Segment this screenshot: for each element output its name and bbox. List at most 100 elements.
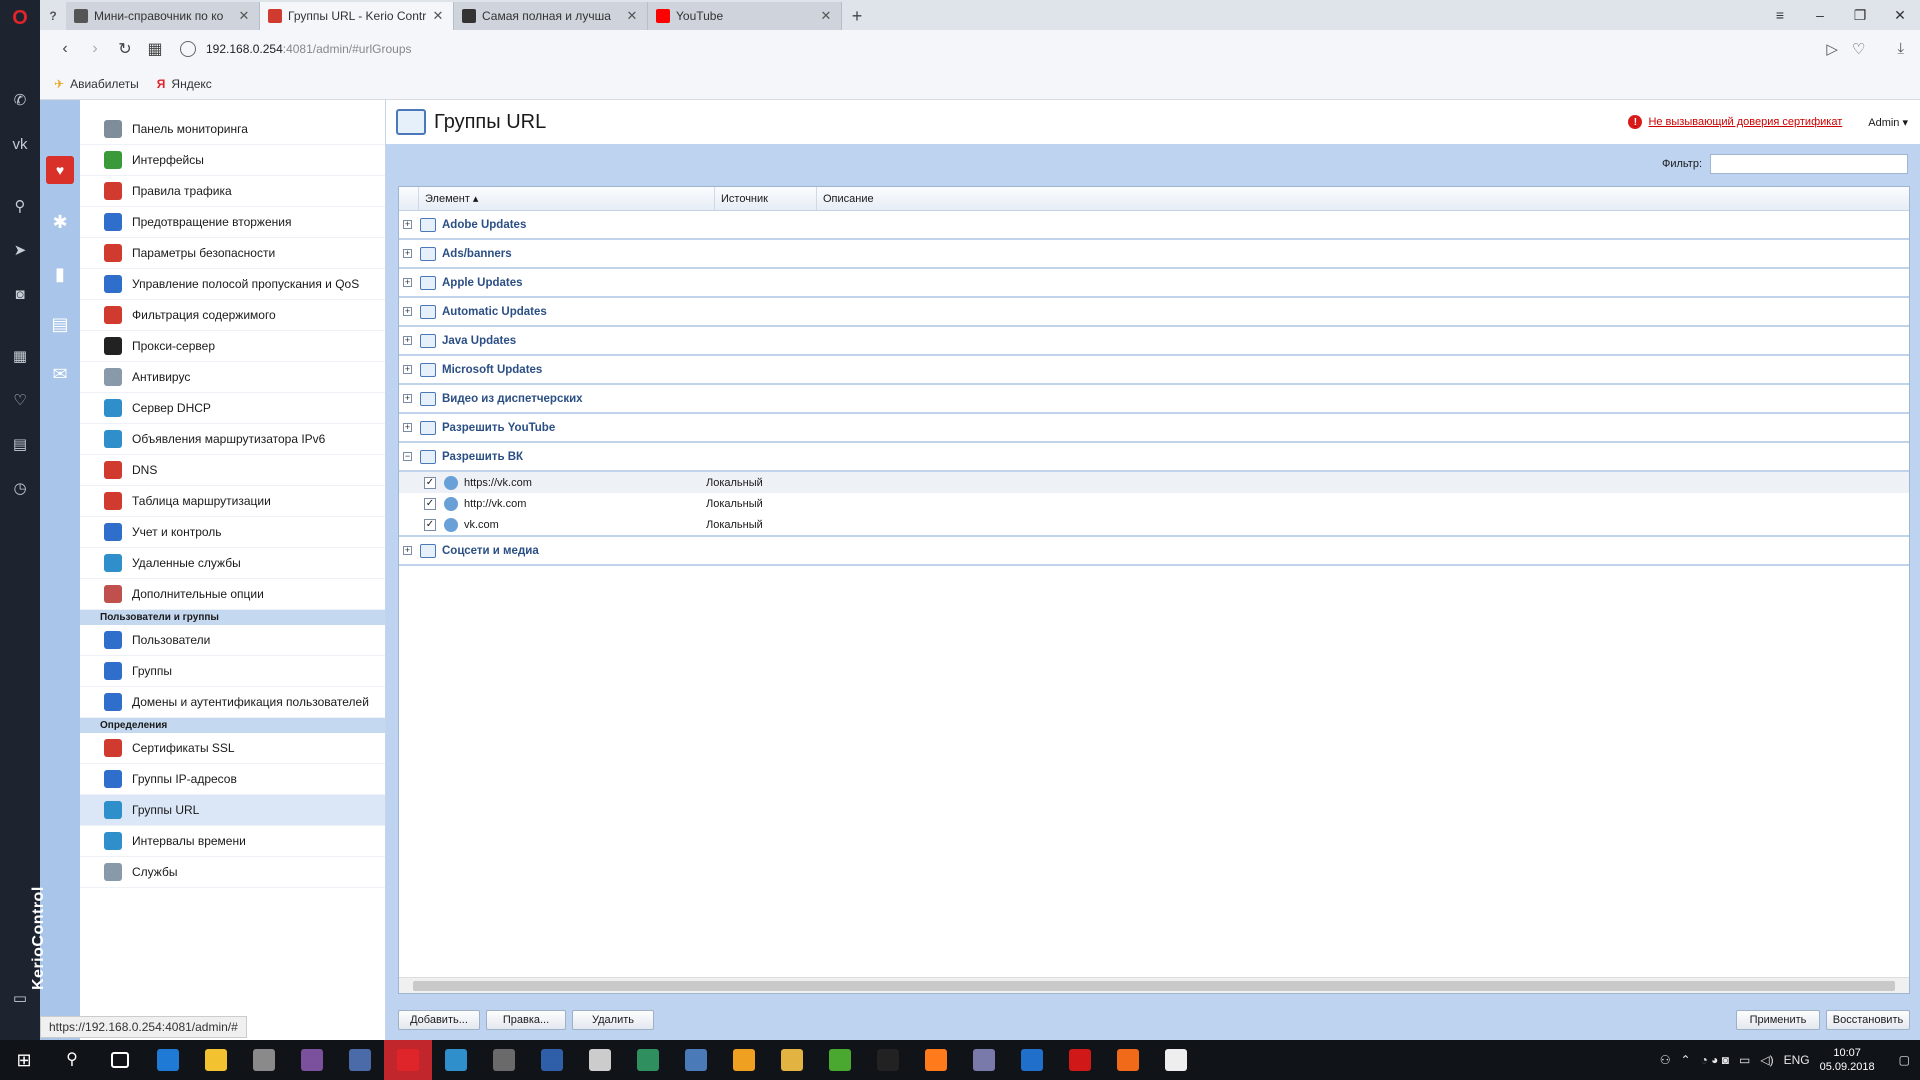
filter-input[interactable]	[1710, 154, 1908, 174]
url-group-row[interactable]: + Apple Updates	[399, 269, 1909, 298]
close-icon[interactable]: ✕	[431, 8, 445, 24]
url-group-row[interactable]: + Microsoft Updates	[399, 356, 1909, 385]
checkbox-column-header[interactable]	[399, 187, 419, 210]
nav-item[interactable]: Объявления маршрутизатора IPv6	[80, 424, 385, 455]
nav-item[interactable]: Группы	[80, 656, 385, 687]
expand-icon[interactable]: +	[403, 278, 412, 287]
nav-item[interactable]: Правила трафика	[80, 176, 385, 207]
expand-icon[interactable]: +	[403, 546, 412, 555]
url-group-row[interactable]: + Видео из диспетчерских	[399, 385, 1909, 414]
taskbar-app-mail-icon[interactable]	[1152, 1040, 1200, 1080]
column-source[interactable]: Источник	[715, 187, 817, 210]
camera-icon[interactable]: ◙	[8, 282, 32, 306]
sidebar-toggle-icon[interactable]: ▭	[8, 986, 32, 1010]
people-icon[interactable]: ⚇	[1660, 1053, 1671, 1067]
tab-menu-icon[interactable]: ≡	[1760, 7, 1800, 23]
taskbar-app-app-icon[interactable]	[624, 1040, 672, 1080]
taskbar-app-app-icon[interactable]	[576, 1040, 624, 1080]
new-tab-button[interactable]: +	[842, 2, 872, 30]
help-icon[interactable]: ?	[40, 2, 66, 30]
close-icon[interactable]: ✕	[625, 8, 639, 24]
nav-item[interactable]: Интерфейсы	[80, 145, 385, 176]
url-entry-row[interactable]: ✓ http://vk.com Локальный	[399, 493, 1909, 514]
taskbar-app-app-icon[interactable]	[960, 1040, 1008, 1080]
nav-item[interactable]: Фильтрация содержимого	[80, 300, 385, 331]
horizontal-scrollbar[interactable]	[399, 977, 1909, 993]
search-icon[interactable]: ⚲	[8, 194, 32, 218]
start-button[interactable]: ⊞	[0, 1040, 48, 1080]
bookmark-heart-icon[interactable]: ♡	[1852, 40, 1865, 58]
heart-icon[interactable]: ♡	[8, 388, 32, 412]
taskbar-app-edge-icon[interactable]	[144, 1040, 192, 1080]
notifications-icon[interactable]: ▢	[1899, 1053, 1910, 1067]
nav-item[interactable]: Сервер DHCP	[80, 393, 385, 424]
nav-item[interactable]: Интервалы времени	[80, 826, 385, 857]
bookmark-yandex[interactable]: Я Яндекс	[157, 77, 212, 91]
taskbar-app-app-icon[interactable]	[240, 1040, 288, 1080]
download-icon[interactable]: ⤓	[1897, 40, 1904, 58]
nav-item[interactable]: Учет и контроль	[80, 517, 385, 548]
url-group-row[interactable]: + Соцсети и медиа	[399, 537, 1909, 566]
tab-0[interactable]: Мини-справочник по ко ✕	[66, 2, 260, 30]
nav-item[interactable]: Панель мониторинга	[80, 114, 385, 145]
news-icon[interactable]: ▤	[8, 432, 32, 456]
url-entry-row[interactable]: ✓ https://vk.com Локальный	[399, 472, 1909, 493]
column-description[interactable]: Описание	[817, 187, 1909, 210]
nav-item[interactable]: DNS	[80, 455, 385, 486]
tab-1[interactable]: Группы URL - Kerio Contr ✕	[260, 2, 454, 30]
taskbar-app-app-icon[interactable]	[336, 1040, 384, 1080]
send-icon[interactable]: ▷	[1826, 40, 1838, 58]
nav-item[interactable]: Группы IP-адресов	[80, 764, 385, 795]
close-icon[interactable]: ✕	[819, 8, 833, 24]
bookmark-aviabilety[interactable]: ✈ Авиабилеты	[54, 77, 139, 91]
url-group-row[interactable]: + Adobe Updates	[399, 211, 1909, 240]
volume-icon[interactable]: ◁)	[1760, 1053, 1773, 1067]
url-group-row[interactable]: + Java Updates	[399, 327, 1909, 356]
nav-item[interactable]: Группы URL	[80, 795, 385, 826]
column-element[interactable]: Элемент ▴	[419, 187, 715, 210]
collapse-icon[interactable]: −	[403, 452, 412, 461]
gear-icon[interactable]: ✱	[46, 208, 74, 236]
tab-3[interactable]: YouTube ✕	[648, 2, 842, 30]
nav-item[interactable]: Сертификаты SSL	[80, 733, 385, 764]
nav-item[interactable]: Управление полосой пропускания и QoS	[80, 269, 385, 300]
taskbar-app-task-view-icon[interactable]	[96, 1040, 144, 1080]
url-group-row[interactable]: + Automatic Updates	[399, 298, 1909, 327]
scrollbar-thumb[interactable]	[413, 981, 1895, 991]
taskbar-app-app-icon[interactable]	[864, 1040, 912, 1080]
forward-icon[interactable]: ›	[80, 34, 110, 64]
maximize-icon[interactable]: ❐	[1840, 7, 1880, 24]
nav-item[interactable]: Службы	[80, 857, 385, 888]
nav-item[interactable]: Удаленные службы	[80, 548, 385, 579]
language-indicator[interactable]: ENG	[1784, 1053, 1810, 1067]
taskbar-app-outlook-icon[interactable]	[1008, 1040, 1056, 1080]
nav-item[interactable]: Таблица маршрутизации	[80, 486, 385, 517]
reload-icon[interactable]: ↻	[110, 34, 140, 64]
url-field[interactable]: 192.168.0.254:4081/admin/#urlGroups	[180, 35, 1826, 63]
tab-2[interactable]: Самая полная и лучша ✕	[454, 2, 648, 30]
nav-item[interactable]: Предотвращение вторжения	[80, 207, 385, 238]
expand-icon[interactable]: +	[403, 220, 412, 229]
expand-icon[interactable]: +	[403, 249, 412, 258]
url-group-row[interactable]: + Разрешить YouTube	[399, 414, 1909, 443]
nav-item[interactable]: Антивирус	[80, 362, 385, 393]
url-group-row[interactable]: + Ads/banners	[399, 240, 1909, 269]
close-icon[interactable]: ✕	[237, 8, 251, 24]
url-entry-checkbox[interactable]: ✓	[424, 497, 436, 510]
nav-item[interactable]: Пользователи	[80, 625, 385, 656]
taskbar-app-powershell-icon[interactable]	[528, 1040, 576, 1080]
clock[interactable]: 10:07 05.09.2018	[1820, 1046, 1875, 1074]
taskbar-app-viber-icon[interactable]	[288, 1040, 336, 1080]
taskbar-app-app-icon[interactable]	[672, 1040, 720, 1080]
url-entry-checkbox[interactable]: ✓	[424, 476, 436, 489]
url-entry-row[interactable]: ✓ vk.com Локальный	[399, 514, 1909, 535]
delete-button[interactable]: Удалить	[572, 1010, 654, 1030]
nav-item[interactable]: Прокси-сервер	[80, 331, 385, 362]
add-button[interactable]: Добавить...	[398, 1010, 480, 1030]
expand-icon[interactable]: +	[403, 394, 412, 403]
taskbar-app-app-icon[interactable]	[1104, 1040, 1152, 1080]
statistics-icon[interactable]: ▮	[46, 260, 74, 288]
taskbar-app-app-icon[interactable]	[720, 1040, 768, 1080]
nav-item[interactable]: Домены и аутентификация пользователей	[80, 687, 385, 718]
taskbar-app-firefox-icon[interactable]	[912, 1040, 960, 1080]
